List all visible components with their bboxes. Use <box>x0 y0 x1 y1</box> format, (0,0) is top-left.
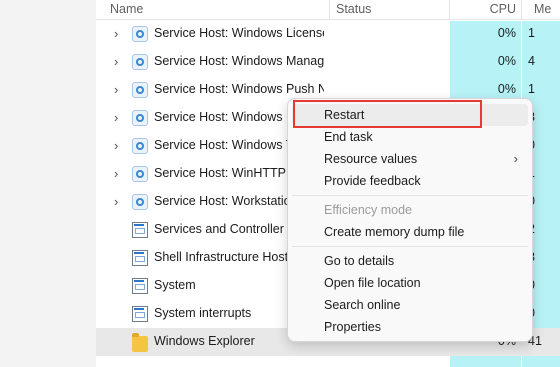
menu-item-label: Efficiency mode <box>324 203 413 217</box>
gear-icon <box>132 194 148 210</box>
chevron-right-icon[interactable]: › <box>114 55 124 69</box>
memory-value: 1 <box>528 26 535 40</box>
window-icon <box>132 250 148 266</box>
table-header: Name Status CPU Me <box>96 0 560 20</box>
gear-icon <box>132 138 148 154</box>
column-header-status[interactable]: Status <box>336 0 371 20</box>
menu-item-search-online[interactable]: Search online <box>292 294 528 316</box>
cpu-value: 0% <box>497 26 516 40</box>
process-name: Service Host: Windows Management Instrum… <box>154 54 324 68</box>
menu-item-provide-feedback[interactable]: Provide feedback <box>292 170 528 192</box>
window-icon <box>132 306 148 322</box>
menu-separator <box>292 195 528 196</box>
menu-item-create-memory-dump[interactable]: Create memory dump file <box>292 221 528 243</box>
menu-item-label: Resource values <box>324 152 418 166</box>
menu-separator <box>292 246 528 247</box>
menu-item-go-to-details[interactable]: Go to details <box>292 250 528 272</box>
gear-icon <box>132 54 148 70</box>
column-separator[interactable] <box>521 0 522 20</box>
chevron-right-icon[interactable]: › <box>114 139 124 153</box>
process-name: Service Host: Windows License Manager Se… <box>154 26 324 40</box>
folder-icon <box>132 333 148 352</box>
chevron-right-icon[interactable]: › <box>114 27 124 41</box>
chevron-right-icon[interactable]: › <box>114 195 124 209</box>
cpu-value: 0% <box>497 82 516 96</box>
chevron-right-icon: › <box>513 151 518 166</box>
menu-item-efficiency-mode: Efficiency mode <box>292 199 528 221</box>
gear-icon <box>132 82 148 98</box>
menu-item-label: Search online <box>324 298 401 312</box>
column-header-cpu[interactable]: CPU <box>450 0 516 20</box>
chevron-right-icon[interactable]: › <box>114 83 124 97</box>
menu-item-label: End task <box>324 130 373 144</box>
memory-value: 1 <box>528 82 535 96</box>
context-menu: Restart End task Resource values › Provi… <box>287 98 533 342</box>
table-row[interactable]: › Service Host: Windows Management Instr… <box>96 48 560 76</box>
column-header-memory[interactable]: Me <box>534 0 551 20</box>
menu-item-properties[interactable]: Properties <box>292 316 528 338</box>
column-separator[interactable] <box>329 0 330 20</box>
process-name: Service Host: Windows Push Notifications <box>154 82 324 96</box>
menu-item-label: Create memory dump file <box>324 225 465 239</box>
chevron-right-icon[interactable]: › <box>114 167 124 181</box>
menu-item-label: Open file location <box>324 276 421 290</box>
menu-item-label: Properties <box>324 320 381 334</box>
menu-item-label: Provide feedback <box>324 174 421 188</box>
menu-item-open-file-location[interactable]: Open file location <box>292 272 528 294</box>
table-row[interactable]: › Service Host: Windows License Manager … <box>96 20 560 48</box>
cpu-value: 0% <box>497 54 516 68</box>
window-icon <box>132 278 148 294</box>
menu-item-label: Go to details <box>324 254 395 268</box>
highlight-box <box>293 100 482 128</box>
gear-icon <box>132 110 148 126</box>
gear-icon <box>132 166 148 182</box>
chevron-right-icon[interactable]: › <box>114 111 124 125</box>
window-icon <box>132 222 148 238</box>
navigation-pane <box>0 0 96 367</box>
menu-item-resource-values[interactable]: Resource values › <box>292 148 528 170</box>
memory-value: 4 <box>528 54 535 68</box>
column-header-name[interactable]: Name <box>110 0 143 20</box>
menu-item-end-task[interactable]: End task <box>292 126 528 148</box>
gear-icon <box>132 26 148 42</box>
